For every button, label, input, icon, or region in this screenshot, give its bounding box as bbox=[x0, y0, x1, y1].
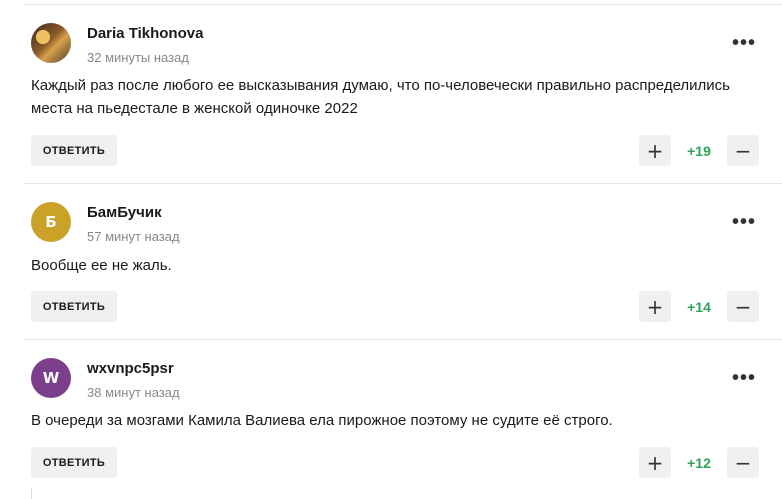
downvote-button[interactable]: − bbox=[727, 135, 759, 166]
upvote-button[interactable]: + bbox=[639, 447, 671, 478]
comment-text: В очереди за мозгами Камила Валиева ела … bbox=[31, 412, 613, 429]
more-options-icon[interactable]: ••• bbox=[732, 33, 756, 53]
upvote-button[interactable]: + bbox=[639, 291, 671, 322]
comment-item: Б БамБучик 57 минут назад ••• Вообще ее … bbox=[0, 184, 782, 340]
vote-score: +14 bbox=[687, 299, 711, 315]
author-name[interactable]: БамБучик bbox=[87, 204, 162, 221]
comment-time: 38 минут назад bbox=[87, 385, 180, 400]
reply-thread-line bbox=[31, 488, 32, 499]
comment-time: 32 минуты назад bbox=[87, 50, 189, 65]
reply-button[interactable]: ОТВЕТИТЬ bbox=[31, 135, 117, 166]
avatar[interactable] bbox=[31, 23, 71, 63]
comment-time: 57 минут назад bbox=[87, 229, 180, 244]
more-options-icon[interactable]: ••• bbox=[732, 368, 756, 388]
downvote-button[interactable]: − bbox=[727, 447, 759, 478]
comment-item: Daria Tikhonova 32 минуты назад ••• Кажд… bbox=[0, 0, 782, 184]
author-name[interactable]: Daria Tikhonova bbox=[87, 25, 203, 42]
author-name[interactable]: wxvnpc5psr bbox=[87, 360, 174, 377]
reply-button[interactable]: ОТВЕТИТЬ bbox=[31, 447, 117, 478]
avatar[interactable]: W bbox=[31, 358, 71, 398]
comment-item: W wxvnpc5psr 38 минут назад ••• В очеред… bbox=[0, 340, 782, 499]
avatar[interactable]: Б bbox=[31, 202, 71, 242]
comment-text: Каждый раз после любого ее высказывания … bbox=[31, 77, 730, 117]
comment-text: Вообще ее не жаль. bbox=[31, 257, 172, 274]
upvote-button[interactable]: + bbox=[639, 135, 671, 166]
more-options-icon[interactable]: ••• bbox=[732, 212, 756, 232]
reply-button[interactable]: ОТВЕТИТЬ bbox=[31, 291, 117, 322]
vote-score: +19 bbox=[687, 143, 711, 159]
downvote-button[interactable]: − bbox=[727, 291, 759, 322]
vote-score: +12 bbox=[687, 455, 711, 471]
